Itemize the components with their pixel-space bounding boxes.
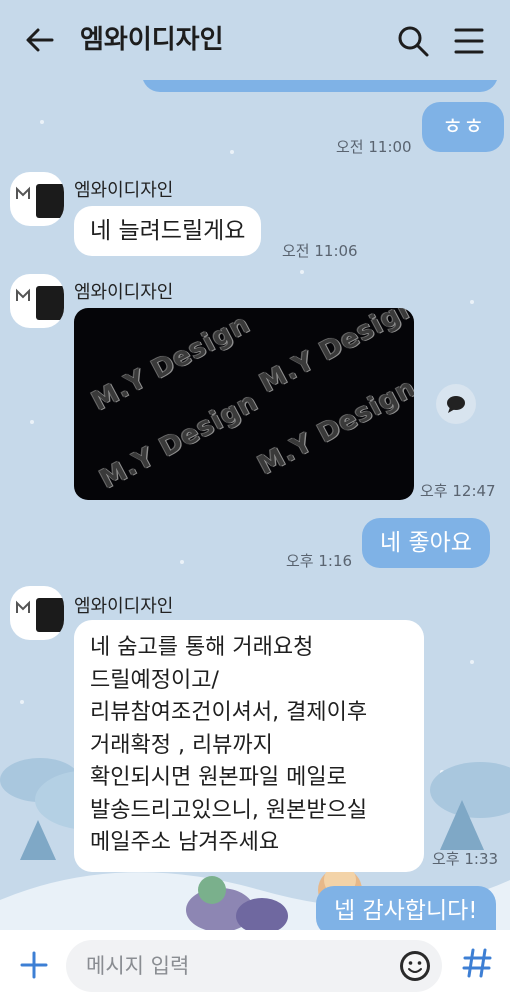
message-line: 메일주소 남겨주세요 [90,830,280,855]
message-line: 드릴예정이고/ [90,667,219,693]
message-line: 발송드리고있으니, 원본받으실 [90,797,368,823]
arrow-left-icon[interactable] [22,22,58,58]
business-card-thumb [36,184,64,218]
avatar[interactable] [10,274,64,328]
snow-dot [30,420,34,424]
avatar[interactable] [10,586,64,640]
hamburger-menu-icon[interactable] [452,24,486,58]
search-icon[interactable] [396,24,430,58]
message-bubble-theirs[interactable]: 네 늘려드릴게요 [74,206,262,256]
chat-header: 엠와이디자인 [0,0,510,80]
sender-name: 엠와이디자인 [74,282,174,303]
message-time: 오후 1:16 [286,552,353,570]
business-card-thumb [36,286,64,320]
snow-dot [470,300,474,304]
message-bubble-theirs[interactable]: 네 숨고를 통해 거래요청 드릴예정이고/ 리뷰참여조건이셔서, 결제이후 거래… [74,620,424,872]
message-line: 네 숨고를 통해 거래요청 [90,635,314,660]
chat-area[interactable]: 오전 11:00 ㅎㅎ 엠와이디자인 네 늘려드릴게요 오전 11:06 엠와이… [0,0,510,1000]
message-time: 오후 1:33 [432,850,499,868]
brand-logo-icon [16,600,30,613]
sender-name: 엠와이디자인 [74,180,174,201]
hash-icon[interactable] [456,942,498,984]
message-line: 확인되시면 원본파일 메일로 [90,765,347,790]
message-input[interactable] [66,940,442,992]
brand-logo-icon [16,288,30,301]
plus-icon[interactable] [16,947,52,983]
sender-name: 엠와이디자인 [74,596,174,617]
message-line: 거래확정 , 리뷰까지 [90,732,273,758]
message-time: 오전 11:06 [282,242,358,260]
avatar[interactable] [10,172,64,226]
image-message[interactable]: M.Y Design M.Y Design M.Y Design M.Y Des… [74,308,414,500]
message-bubble-mine[interactable]: 네 좋아요 [362,518,490,568]
snow-dot [20,700,24,704]
snow-dot [40,120,44,124]
message-time: 오전 11:00 [336,138,412,156]
snow-dot [470,660,474,664]
message-time: 오후 12:47 [420,482,496,500]
speech-bubble-icon[interactable] [436,384,476,424]
emoji-icon[interactable] [398,949,432,983]
brand-logo-icon [16,186,30,199]
message-bubble-mine[interactable]: 넵 감사합니다! [316,886,496,936]
snow-dot [230,150,234,154]
snow-dot [180,560,184,564]
message-bubble-mine[interactable]: ㅎㅎ [422,102,505,152]
business-card-thumb [36,598,64,632]
chat-title: 엠와이디자인 [80,25,224,55]
snow-dot [300,270,304,274]
message-line: 리뷰참여조건이셔서, 결제이후 [90,700,368,725]
